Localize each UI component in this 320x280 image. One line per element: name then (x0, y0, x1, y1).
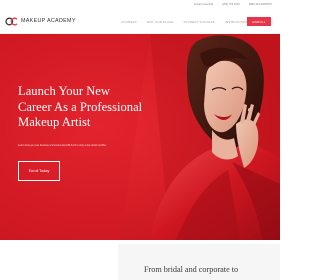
hero-photo (0, 34, 280, 240)
enroll-button[interactable]: ENROLL (247, 17, 271, 26)
page: [email protected] (256) 729 4549 (888) 4… (0, 0, 280, 280)
intro-heading: From bridal and corporate to (144, 265, 239, 274)
hero-subtitle: Learn how you can become a licensed and … (18, 144, 106, 147)
hero-section: Launch Your New Career As a Professional… (0, 34, 280, 240)
nav-item-why-our-place[interactable]: WHY OUR PLACE (147, 20, 174, 24)
top-contact-bar: [email protected] (256) 729 4549 (888) 4… (0, 0, 280, 9)
intro-section: From bridal and corporate to (0, 240, 280, 280)
logo-text: MAKEUP ACADEMY (21, 18, 76, 24)
intro-right-panel (118, 244, 280, 280)
nav-item-student-success[interactable]: STUDENT SUCCESS (184, 20, 215, 24)
enroll-today-button[interactable]: Enroll Today (18, 161, 60, 181)
site-header: MAKEUP ACADEMY COURSES WHY OUR PLACE STU… (0, 9, 280, 34)
nav-item-instructors[interactable]: INSTRUCTORS (225, 20, 248, 24)
logo-mark-icon (5, 17, 18, 26)
contact-tollfree[interactable]: (888) 444-WRRRTS (249, 3, 272, 6)
nav-item-courses[interactable]: COURSES (121, 20, 137, 24)
intro-left-panel (0, 240, 118, 280)
hero-title-line-2: Career As a Professional (18, 99, 143, 114)
hero-title-line-3: Makeup Artist (18, 115, 91, 129)
contact-email[interactable]: [email protected] (194, 3, 213, 6)
contact-phone[interactable]: (256) 729 4549 (222, 3, 240, 6)
hero-title: Launch Your New Career As a Professional… (18, 84, 148, 131)
hero-title-line-1: Launch Your New (18, 84, 110, 98)
logo[interactable]: MAKEUP ACADEMY (5, 15, 76, 27)
